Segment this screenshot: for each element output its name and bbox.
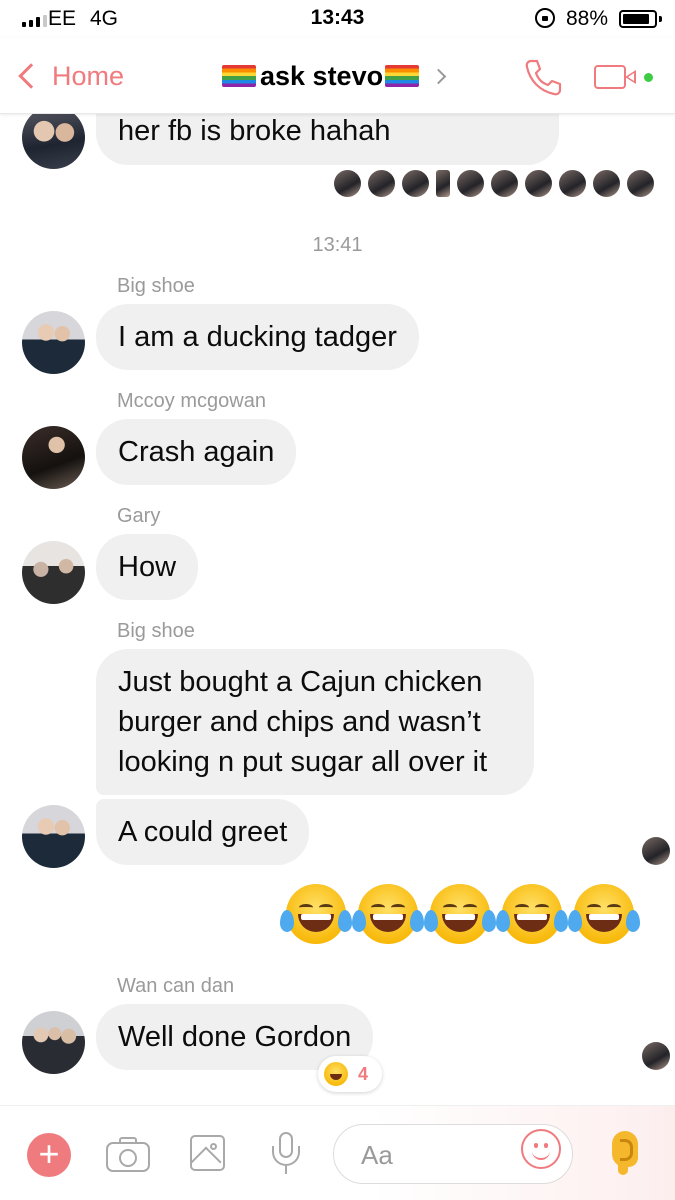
gallery-button[interactable]: [190, 1135, 225, 1171]
message-text: How: [118, 551, 177, 583]
face-with-tears-of-joy-icon: [568, 880, 640, 952]
camera-button[interactable]: [106, 1136, 150, 1172]
microphone-arc: [272, 1146, 300, 1166]
video-call-button[interactable]: [594, 63, 656, 93]
avatar: [627, 170, 654, 197]
voice-message-button[interactable]: [270, 1130, 302, 1180]
message-text: her fb is broke hahah: [118, 115, 391, 147]
face-with-tears-of-joy-icon: [424, 880, 496, 952]
face-with-tears-of-joy-icon: [496, 880, 568, 952]
message-bubble[interactable]: Just bought a Cajun chicken burger and c…: [96, 649, 534, 795]
avatar: [436, 170, 450, 197]
outgoing-emoji-message[interactable]: [280, 880, 640, 952]
sender-name: Wan can dan: [117, 975, 235, 997]
message-text: A could greet: [118, 816, 288, 848]
message-text: Well done Gordon: [118, 1021, 352, 1053]
battery-icon: [619, 10, 657, 28]
smiley-eye: [544, 1143, 548, 1148]
avatar: [457, 170, 484, 197]
conversation-title-button[interactable]: ask stevo: [222, 58, 447, 94]
battery-tip: [659, 16, 662, 22]
timestamp: 13:41: [312, 234, 363, 256]
read-receipt-avatar[interactable]: [642, 1042, 670, 1070]
smiley-mouth: [532, 1150, 550, 1160]
battery-percentage: 88%: [566, 7, 609, 30]
message-bubble[interactable]: I am a ducking tadger: [96, 304, 419, 370]
sender-name: Gary: [117, 505, 161, 527]
video-camera-lens: [625, 70, 636, 84]
avatar[interactable]: [22, 311, 85, 374]
emoji-button[interactable]: [521, 1129, 561, 1169]
video-camera-icon: [594, 65, 626, 89]
avatar: [368, 170, 395, 197]
avatar: [525, 170, 552, 197]
face-with-tears-of-joy-icon: [280, 880, 352, 952]
back-label: Home: [52, 60, 125, 91]
message-composer: + Aa: [0, 1105, 675, 1200]
laughing-face-icon: [324, 1062, 348, 1086]
sender-name: Big shoe: [117, 275, 195, 297]
camera-lens: [119, 1149, 137, 1167]
back-button[interactable]: Home: [14, 56, 124, 96]
avatar: [593, 170, 620, 197]
voice-call-button[interactable]: [522, 57, 564, 97]
sender-name: Big shoe: [117, 620, 195, 642]
conversation-title: ask stevo: [260, 60, 384, 91]
message-bubble[interactable]: How: [96, 534, 199, 600]
avatar: [402, 170, 429, 197]
avatar[interactable]: [22, 1011, 85, 1074]
message-input-placeholder: Aa: [361, 1140, 393, 1170]
chevron-left-icon: [18, 63, 44, 89]
reaction-count: 4: [358, 1063, 369, 1084]
rainbow-flag-icon: [222, 65, 256, 87]
sender-name: Mccoy mcgowan: [117, 390, 266, 412]
reaction-badge[interactable]: 4: [318, 1056, 382, 1092]
status-bar: EE 4G 13:43 88%: [0, 0, 675, 38]
read-receipts[interactable]: [334, 170, 654, 197]
image-mountain: [192, 1146, 222, 1169]
quick-reaction-button[interactable]: [610, 1131, 640, 1177]
message-text: Crash again: [118, 436, 275, 468]
more-actions-button[interactable]: +: [27, 1133, 71, 1177]
message-text: I am a ducking tadger: [118, 321, 397, 353]
chevron-right-icon: [430, 68, 447, 84]
avatar[interactable]: [22, 805, 85, 868]
image-icon: [210, 1143, 217, 1150]
avatar: [491, 170, 518, 197]
plus-icon: +: [38, 1133, 60, 1174]
rotation-lock-icon: [535, 8, 555, 28]
ear-icon: [612, 1131, 638, 1167]
ear-lobe: [618, 1163, 628, 1175]
read-receipt-avatar[interactable]: [642, 837, 670, 865]
phone-icon: [525, 59, 562, 96]
avatar[interactable]: [22, 106, 85, 169]
rainbow-flag-icon: [385, 65, 420, 87]
microphone-stem: [285, 1166, 287, 1174]
conversation-header: Home ask stevo: [0, 38, 675, 114]
smiley-icon: [534, 1143, 538, 1148]
avatar[interactable]: [22, 426, 85, 489]
face-with-tears-of-joy-icon: [352, 880, 424, 952]
online-status-dot: [644, 73, 653, 82]
message-bubble[interactable]: A could greet: [96, 799, 310, 865]
avatar: [559, 170, 586, 197]
message-bubble[interactable]: Crash again: [96, 419, 297, 485]
message-text: Just bought a Cajun chicken burger and c…: [118, 666, 488, 778]
avatar: [334, 170, 361, 197]
avatar[interactable]: [22, 541, 85, 604]
